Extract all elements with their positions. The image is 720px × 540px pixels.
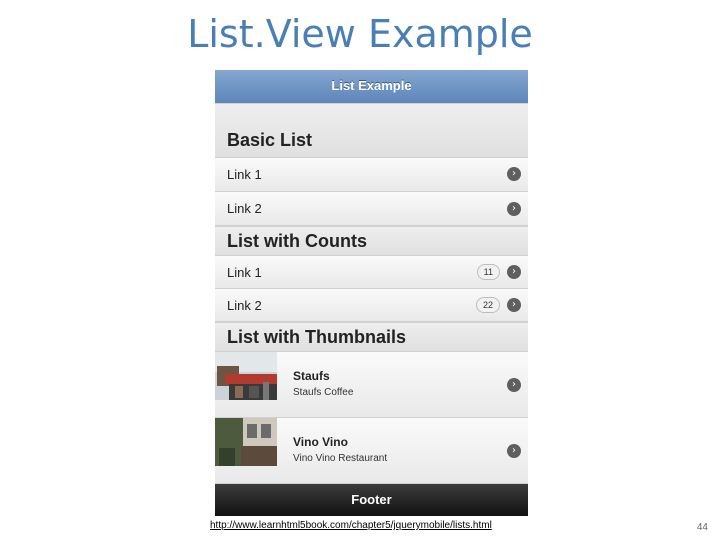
thumbnail-item-title: Staufs xyxy=(293,369,330,383)
staufs-thumbnail xyxy=(215,352,277,400)
list-item-basic-link-1[interactable]: Link 1 › xyxy=(215,158,528,192)
list-item-basic-link-2[interactable]: Link 2 › xyxy=(215,192,528,226)
count-badge: 11 xyxy=(476,264,500,280)
thumbnail-item-title: Vino Vino xyxy=(293,435,348,449)
arrow-right-icon: › xyxy=(507,202,521,216)
arrow-right-icon: › xyxy=(507,298,521,312)
vino-vino-thumbnail xyxy=(215,418,277,466)
list-item-label: Link 1 xyxy=(227,265,262,280)
divider-list-with-thumbnails: List with Thumbnails xyxy=(215,322,528,352)
app-footer: Footer xyxy=(215,484,528,516)
divider-list-with-counts: List with Counts xyxy=(215,226,528,256)
list-item-label: Link 2 xyxy=(227,201,262,216)
count-badge: 22 xyxy=(475,297,500,313)
source-url-link[interactable]: http://www.learnhtml5book.com/chapter5/j… xyxy=(210,520,492,531)
mobile-screen: List Example Basic List Link 1 › Link 2 … xyxy=(215,70,528,516)
list-item-count-link-2[interactable]: Link 2 22 › xyxy=(215,289,528,322)
divider-basic-list: Basic List xyxy=(215,103,528,158)
app-header: List Example xyxy=(215,70,528,104)
arrow-right-icon: › xyxy=(507,167,521,181)
slide-title: List.View Example xyxy=(187,12,533,56)
list-item-label: Link 2 xyxy=(227,298,262,313)
thumbnail-item-subtitle: Staufs Coffee xyxy=(293,387,354,398)
list-item-count-link-1[interactable]: Link 1 11 › xyxy=(215,256,528,289)
list-item-label: Link 1 xyxy=(227,167,262,182)
list-item-staufs[interactable]: Staufs Staufs Coffee › xyxy=(215,352,528,418)
arrow-right-icon: › xyxy=(507,265,521,279)
page-number: 44 xyxy=(696,522,708,533)
arrow-right-icon: › xyxy=(507,444,521,458)
thumbnail-item-subtitle: Vino Vino Restaurant xyxy=(293,453,388,464)
list-item-vino-vino[interactable]: Vino Vino Vino Vino Restaurant › xyxy=(215,418,528,484)
arrow-right-icon: › xyxy=(507,378,521,392)
